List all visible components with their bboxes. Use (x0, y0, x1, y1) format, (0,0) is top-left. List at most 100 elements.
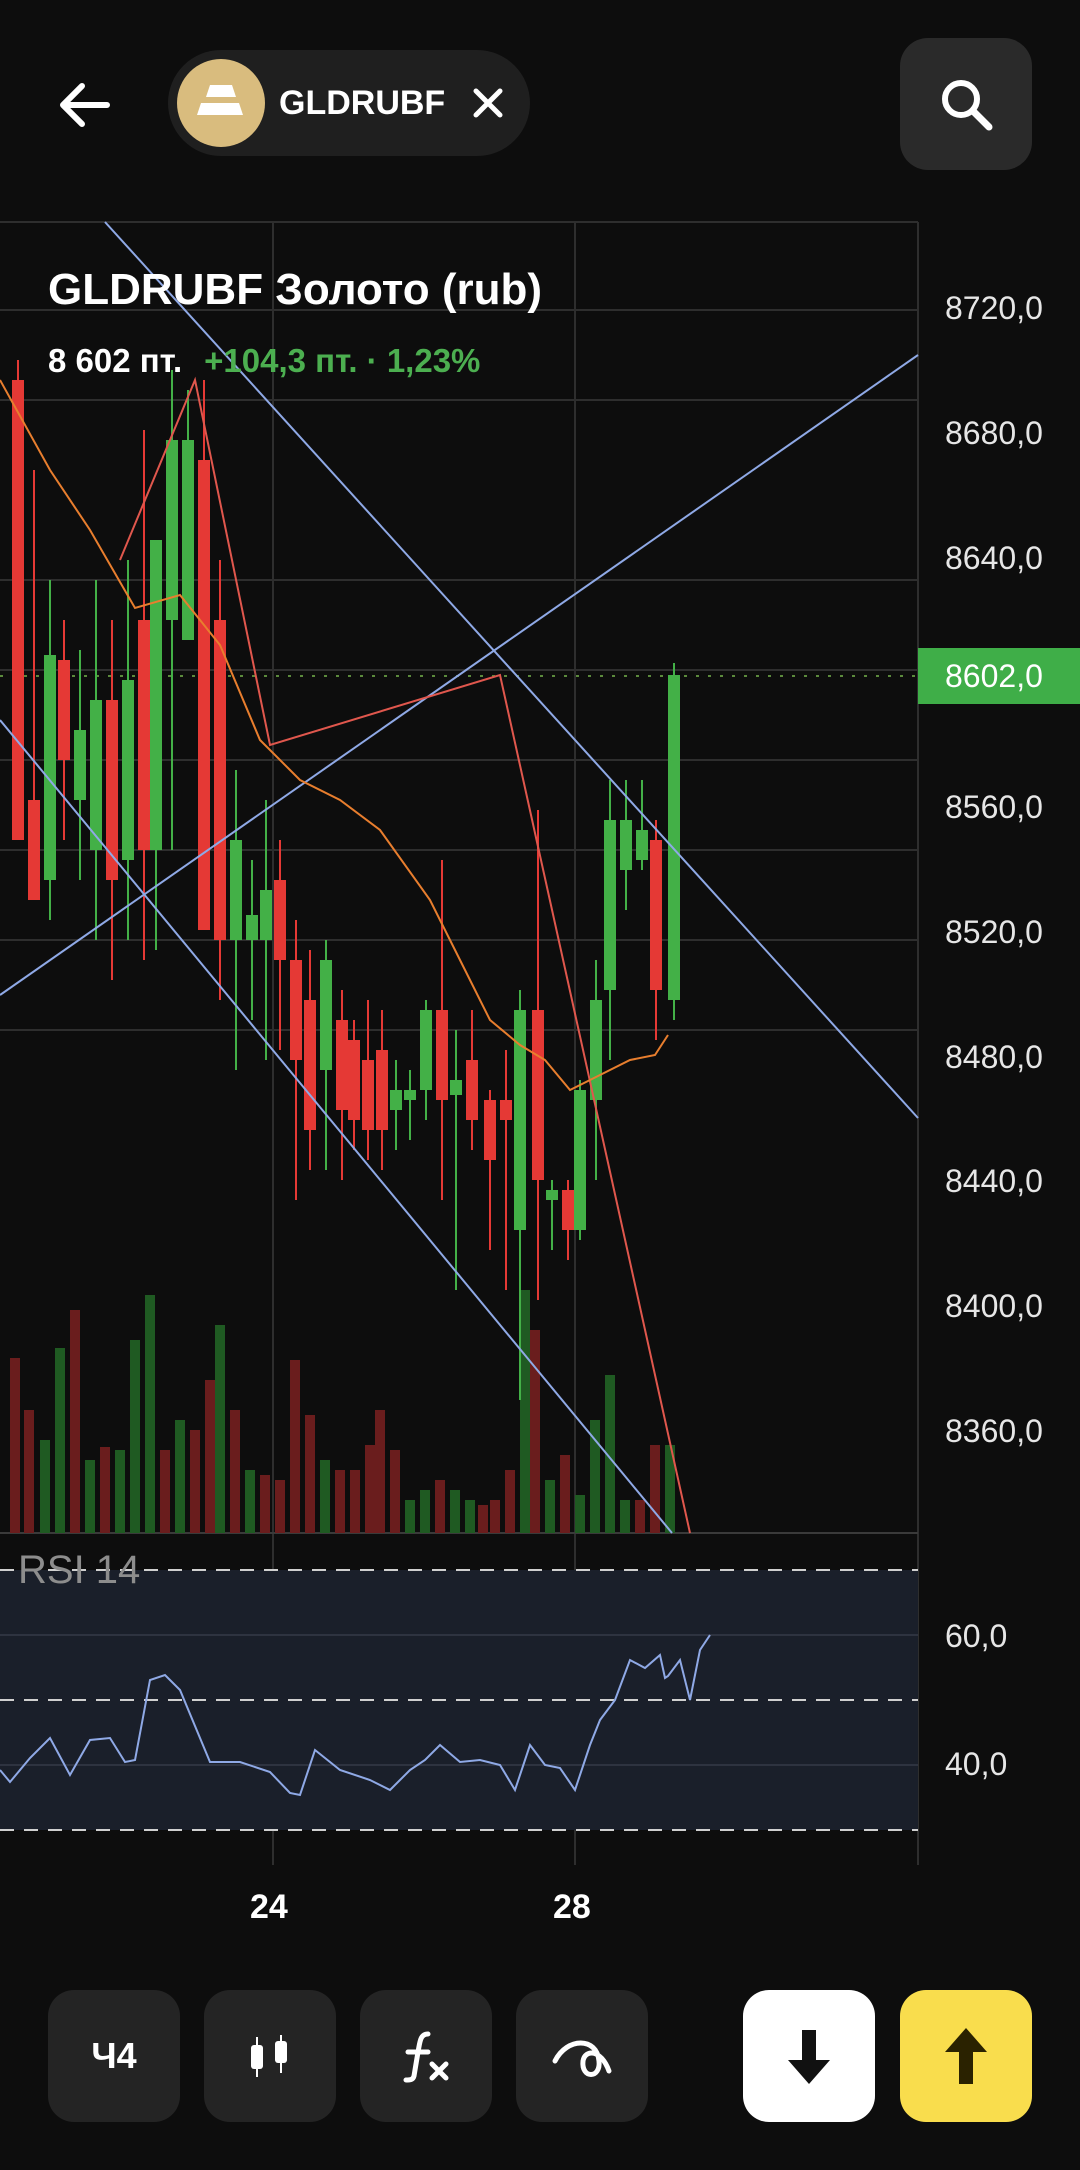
function-icon (403, 2031, 449, 2083)
close-icon[interactable] (468, 83, 508, 123)
arrow-up-icon (945, 2028, 987, 2084)
candle-body (58, 660, 70, 760)
volume-bar (305, 1415, 315, 1533)
rsi-axis-label: 40,0 (945, 1746, 1008, 1782)
volume-bar (405, 1500, 415, 1533)
rsi-label: RSI 14 (18, 1548, 141, 1592)
volume-bar (530, 1330, 540, 1533)
search-button[interactable] (900, 38, 1032, 170)
volume-bar (375, 1410, 385, 1533)
price-axis-label: 8520,0 (945, 914, 1043, 950)
candle-body (44, 655, 56, 880)
price-axis-label: 8720,0 (945, 290, 1043, 326)
candle-body (274, 880, 286, 960)
volume-bar (230, 1410, 240, 1533)
date-label: 24 (250, 1888, 288, 1926)
volume-bar (175, 1420, 185, 1533)
gold-bars-icon (177, 59, 265, 147)
candle-body (138, 620, 150, 850)
buy-button[interactable] (900, 1990, 1032, 2122)
volume-bar (100, 1447, 110, 1533)
candle-body (532, 1010, 544, 1180)
candle-body (150, 540, 162, 850)
candle-body (28, 800, 40, 900)
date-label: 28 (553, 1888, 591, 1926)
drawing-icon (552, 2040, 612, 2077)
candle-body (514, 1010, 526, 1230)
volume-bar (145, 1295, 155, 1533)
price-change: +104,3 пт. · 1,23% (204, 342, 481, 379)
candle-body (650, 840, 662, 990)
back-button[interactable] (40, 60, 130, 150)
candle-body (106, 700, 118, 880)
chart-type-button[interactable] (204, 1990, 336, 2122)
volume-bar (545, 1480, 555, 1533)
top-bar: GLDRUBF (0, 0, 1080, 210)
candle-body (636, 830, 648, 860)
arrow-left-icon (60, 83, 110, 127)
price-axis-label: 8400,0 (945, 1288, 1043, 1324)
sell-button[interactable] (743, 1990, 875, 2122)
quote-row: 8 602 пт. +104,3 пт. · 1,23% (48, 342, 480, 380)
candles (12, 360, 680, 1400)
ticker-chip[interactable]: GLDRUBF (168, 50, 530, 156)
candle-body (290, 960, 302, 1060)
price-axis-label: 8360,0 (945, 1413, 1043, 1449)
volume-bar (450, 1490, 460, 1533)
current-price: 8 602 пт. (48, 342, 183, 379)
volume-bar (350, 1470, 360, 1533)
candle-body (362, 1060, 374, 1130)
rsi-axis-label: 60,0 (945, 1618, 1008, 1654)
volume-bar (435, 1480, 445, 1533)
volume-bar (390, 1450, 400, 1533)
candle-body (74, 730, 86, 800)
volume-bar (490, 1500, 500, 1533)
indicators-button[interactable] (360, 1990, 492, 2122)
search-icon (942, 80, 993, 131)
volume-bar (335, 1470, 345, 1533)
volume-bar (320, 1460, 330, 1533)
candle-body (320, 960, 332, 1070)
volume-bar (260, 1475, 270, 1533)
candle-body (348, 1040, 360, 1120)
price-axis-label: 8480,0 (945, 1039, 1043, 1075)
volume-bar (635, 1500, 645, 1533)
candle-body (466, 1060, 478, 1120)
candle-body (12, 380, 24, 840)
candle-body (668, 675, 680, 1000)
drawn-lines (0, 221, 919, 1534)
candle-body (562, 1190, 574, 1230)
candle-body (198, 460, 210, 930)
candle-body (390, 1090, 402, 1110)
volume-bar (40, 1440, 50, 1533)
trend-line (0, 719, 673, 1534)
volume-bar (115, 1450, 125, 1533)
timeframe-button[interactable]: Ч4 (48, 1990, 180, 2122)
volume-bar (70, 1310, 80, 1533)
candle-body (304, 1000, 316, 1130)
volume-bar (505, 1470, 515, 1533)
candle-body (260, 890, 272, 940)
volume-bar (520, 1290, 530, 1533)
candle-body (420, 1010, 432, 1090)
volume-bar (190, 1430, 200, 1533)
volume-bar (575, 1495, 585, 1533)
instrument-title: GLDRUBF Золото (rub) (48, 265, 543, 314)
candle-body (336, 1020, 348, 1110)
price-axis-label: 8640,0 (945, 540, 1043, 576)
candle-body (500, 1100, 512, 1120)
drawing-button[interactable] (516, 1990, 648, 2122)
volume-bar (650, 1445, 660, 1533)
volume-bar (465, 1500, 475, 1533)
candle-body (436, 1010, 448, 1100)
ticker-label: GLDRUBF (279, 83, 446, 122)
volume-bar (10, 1358, 20, 1533)
price-chart[interactable] (0, 210, 1080, 1940)
volume-bar (290, 1360, 300, 1533)
arrow-down-icon (788, 2030, 830, 2084)
volume-bar (160, 1450, 170, 1533)
candle-body (450, 1080, 462, 1095)
timeframe-label: Ч4 (91, 2035, 137, 2076)
price-axis-label: 8440,0 (945, 1163, 1043, 1199)
volume-bar (55, 1348, 65, 1533)
